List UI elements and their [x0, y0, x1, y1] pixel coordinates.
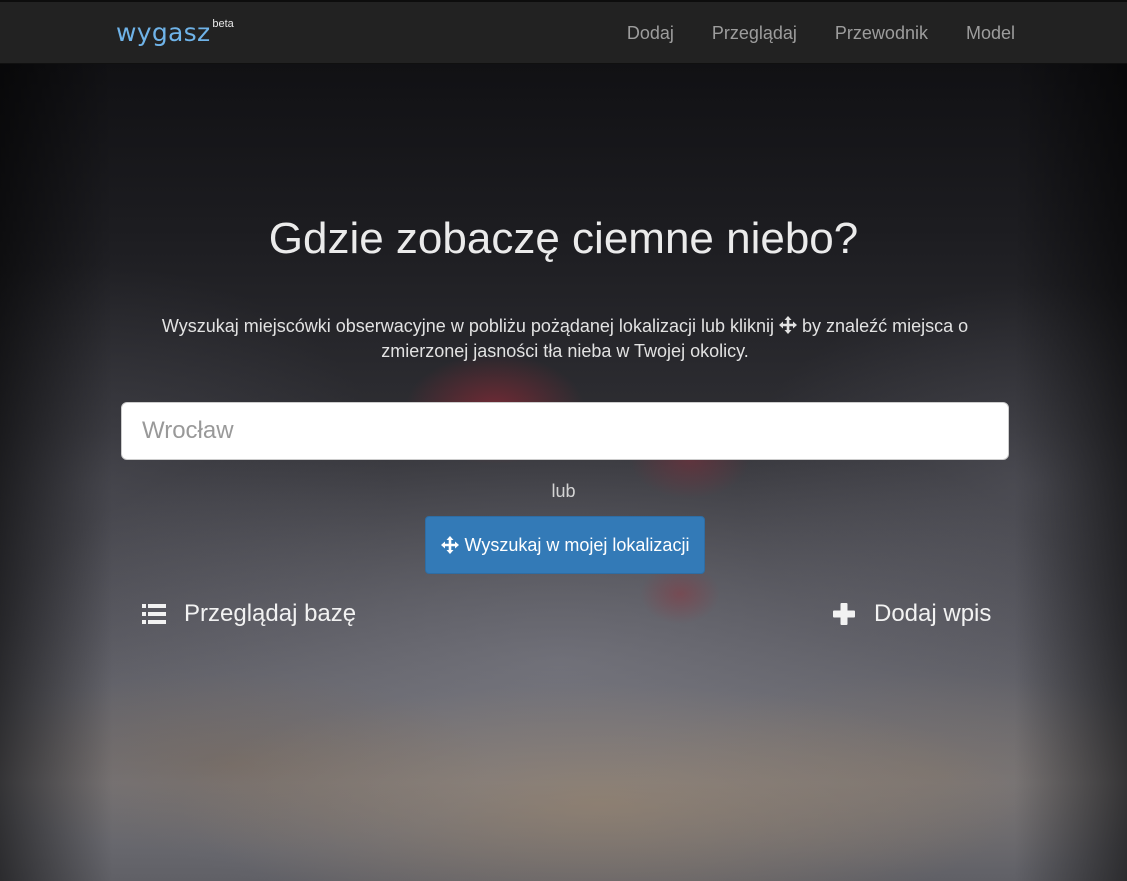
nav-link-model[interactable]: Model — [966, 2, 1015, 64]
brand-beta-badge: beta — [212, 18, 234, 30]
nav-item-przewodnik: Przewodnik — [835, 2, 928, 64]
location-search-input[interactable] — [121, 402, 1009, 460]
plus-icon — [833, 603, 855, 625]
search-my-location-button[interactable]: Wyszukaj w mojej lokalizacji — [425, 516, 705, 574]
or-separator: lub — [551, 481, 576, 501]
page-title: Gdzie zobaczę ciemne niebo? — [268, 214, 859, 263]
nav-link-dodaj[interactable]: Dodaj — [627, 2, 674, 64]
crosshair-icon — [440, 536, 459, 554]
brand-name: wygasz — [116, 18, 211, 47]
add-entry-link[interactable]: Dodaj wpis — [832, 600, 991, 628]
hero-description: Wyszukaj miejscówki obserwacyjne w pobli… — [150, 314, 980, 364]
hero-description-part-1: Wyszukaj miejscówki obserwacyjne w pobli… — [161, 316, 774, 336]
navbar: wygasz beta Dodaj Przeglądaj Przewodnik M… — [0, 2, 1127, 64]
nav-item-model: Model — [966, 2, 1015, 64]
add-entry-label: Dodaj wpis — [874, 600, 992, 627]
list-icon — [142, 604, 166, 624]
nav-link-przewodnik[interactable]: Przewodnik — [835, 2, 928, 64]
brand-logo[interactable]: wygasz beta — [116, 16, 234, 50]
nav-item-przegladaj: Przeglądaj — [712, 2, 797, 64]
search-my-location-label: Wyszukaj w mojej lokalizacji — [464, 534, 690, 555]
hero-section: Gdzie zobaczę ciemne niebo? Wyszukaj mie… — [0, 64, 1127, 881]
nav-link-przegladaj[interactable]: Przeglądaj — [712, 2, 797, 64]
browse-database-link[interactable]: Przeglądaj bazę — [142, 600, 356, 628]
nav-item-dodaj: Dodaj — [627, 2, 674, 64]
nav-menu: Dodaj Przeglądaj Przewodnik Model — [589, 2, 1015, 64]
crosshair-icon — [779, 316, 798, 334]
browse-database-label: Przeglądaj bazę — [184, 600, 357, 627]
